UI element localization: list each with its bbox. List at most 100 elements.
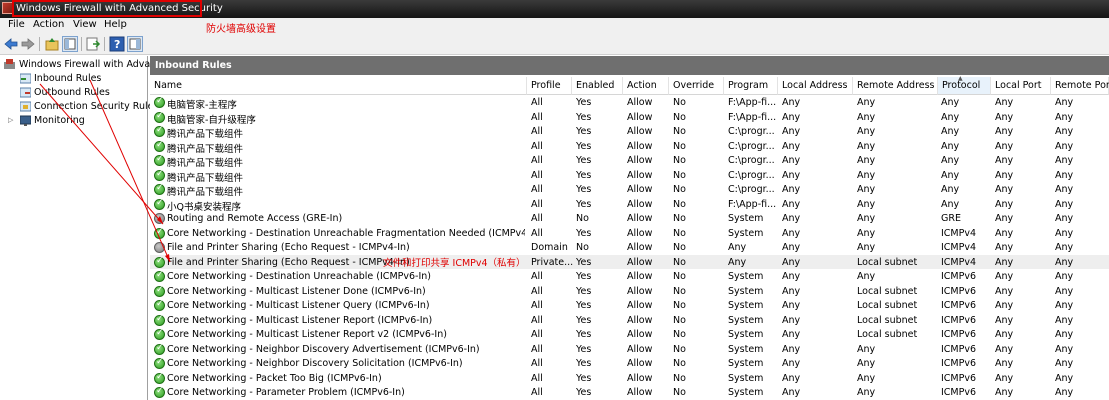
outbound-rules-icon [19,87,32,98]
table-row[interactable]: ✓ Core Networking - Destination Unreachab… [150,269,1109,284]
rule-local-port: Any [995,227,1014,239]
table-row[interactable]: File and Printer Sharing (Echo Request -… [150,240,1109,255]
rule-protocol: ICMPv6 [941,387,977,398]
table-row[interactable]: ✓ 腾讯产品下载组件 All Yes Allow No C:\progr... Any Any A… [150,153,1109,169]
rule-enabled: Yes [576,140,592,152]
rule-remote-address: Any [857,242,876,253]
rule-profile: All [531,358,543,369]
column-action[interactable]: Action [623,77,669,95]
help-icon[interactable]: ? [109,36,125,52]
rule-remote-address: Any [857,140,876,152]
show-hide-console-tree-icon[interactable] [62,36,78,52]
rule-local-address: Any [782,387,801,398]
tree-label-connection-security: Connection Security Rules [34,101,159,112]
rule-remote-port: Any [1055,271,1074,282]
toolbar-separator [39,37,40,51]
table-row[interactable]: ✓ Core Networking - Multicast Listener Re… [150,313,1109,328]
show-hide-action-pane-icon[interactable] [127,36,143,52]
export-list-icon[interactable] [85,36,101,52]
rule-remote-port: Any [1055,155,1074,166]
column-remote-port[interactable]: Remote Port [1051,77,1109,95]
column-enabled[interactable]: Enabled [572,77,623,95]
rule-local-port: Any [995,314,1014,326]
rule-protocol: ICMPv6 [941,300,977,311]
menu-help[interactable]: Help [104,19,127,30]
rule-remote-port: Any [1055,97,1074,108]
sort-ascending-icon: ▲ [958,75,963,82]
table-row[interactable]: ✓ 小Q书桌安装程序 All Yes Allow No F:\App-fi... Any Any… [150,197,1109,213]
table-row[interactable]: ✓ Core Networking - Packet Too Big (ICMPv… [150,371,1109,386]
rule-local-address: Any [782,155,801,166]
table-row[interactable]: ✓ 腾讯产品下载组件 All Yes Allow No C:\progr... Any Any A… [150,168,1109,184]
rule-name: Core Networking - Multicast Listener Rep… [167,314,433,326]
rule-local-port: Any [995,97,1014,108]
back-icon[interactable] [3,36,19,52]
rule-local-address: Any [782,184,801,195]
column-override[interactable]: Override [669,77,724,95]
title-highlight-box [12,0,202,17]
rule-action: Allow [627,242,653,253]
table-row[interactable]: ✓ 腾讯产品下载组件 All Yes Allow No C:\progr... Any Any A… [150,124,1109,140]
rule-name: File and Printer Sharing (Echo Request -… [167,242,410,253]
table-row[interactable]: ✓ Core Networking - Multicast Listener Qu… [150,298,1109,313]
column-remote-address[interactable]: Remote Address [853,77,938,95]
expand-chevron-icon[interactable]: ▷ [8,116,13,124]
rule-name: Core Networking - Destination Unreachabl… [167,271,431,282]
table-row[interactable]: ✓ 电脑管家-自升级程序 All Yes Allow No F:\App-fi... Any A… [150,110,1109,126]
rule-remote-address: Any [857,227,876,239]
table-row[interactable]: Routing and Remote Access (GRE-In) All No A… [150,211,1109,226]
column-name[interactable]: Name [150,77,527,95]
rule-enabled-check-icon: ✓ [154,168,165,181]
rule-local-address: Any [782,227,801,239]
rule-remote-address: Any [857,213,876,224]
rule-enabled: Yes [576,184,592,195]
table-row[interactable]: ✓ Core Networking - Destination Unreachab… [150,226,1109,241]
rule-protocol: ICMPv6 [941,343,977,355]
rule-protocol: Any [941,140,960,152]
rule-override: No [673,358,686,369]
menu-file[interactable]: File [8,19,25,30]
rule-protocol: Any [941,97,960,108]
rule-enabled-check-icon: ✓ [154,284,165,297]
column-profile[interactable]: Profile [527,77,572,95]
rule-action: Allow [627,343,653,355]
table-row[interactable]: ✓ 腾讯产品下载组件 All Yes Allow No C:\progr... Any Any A… [150,139,1109,155]
table-row[interactable]: ✓ Core Networking - Multicast Listener Re… [150,327,1109,342]
rule-enabled-check-icon: ✓ [154,255,165,268]
table-row[interactable]: ✓ Core Networking - Multicast Listener Do… [150,284,1109,299]
rule-profile: All [531,372,543,384]
column-local-port[interactable]: Local Port [991,77,1051,95]
rule-enabled: No [576,242,589,253]
menu-view[interactable]: View [73,19,97,30]
rule-remote-address: Any [857,111,876,123]
rule-protocol: GRE [941,213,961,224]
toolbar-separator [81,37,82,51]
column-program[interactable]: Program [724,77,778,95]
table-row[interactable]: ✓ 电脑管家-主程序 All Yes Allow No F:\App-fi... Any Any… [150,95,1109,111]
rule-override: No [673,227,686,239]
rule-local-port: Any [995,155,1014,166]
forward-icon[interactable] [20,36,36,52]
rule-local-port: Any [995,213,1014,224]
rule-remote-port: Any [1055,387,1074,398]
menu-action[interactable]: Action [33,19,64,30]
rule-action: Allow [627,227,653,239]
table-row[interactable]: ✓ Core Networking - Neighbor Discovery So… [150,356,1109,371]
rule-action: Allow [627,285,653,297]
table-row[interactable]: ✓ File and Printer Sharing (Echo Request … [150,254,1109,269]
column-protocol[interactable]: Protocol ▲ [938,75,991,95]
rule-local-port: Any [995,242,1014,253]
table-row[interactable]: ✓ 腾讯产品下载组件 All Yes Allow No C:\progr... Any Any A… [150,182,1109,198]
row-annotation: 文件和打印共享 ICMPv4（私有） [383,258,526,269]
rule-remote-address: Any [857,198,876,210]
rule-local-port: Any [995,372,1014,384]
rule-override: No [673,97,686,108]
rule-enabled: Yes [576,343,592,355]
up-folder-icon[interactable] [44,36,60,52]
rule-remote-address: Local subnet [857,314,918,326]
table-row[interactable]: ✓ Core Networking - Parameter Problem (IC… [150,385,1109,400]
rule-local-port: Any [995,169,1014,181]
column-local-address[interactable]: Local Address [778,77,853,95]
table-row[interactable]: ✓ Core Networking - Neighbor Discovery Ad… [150,342,1109,357]
tree-item-root[interactable]: Windows Firewall with Advance [4,59,167,72]
